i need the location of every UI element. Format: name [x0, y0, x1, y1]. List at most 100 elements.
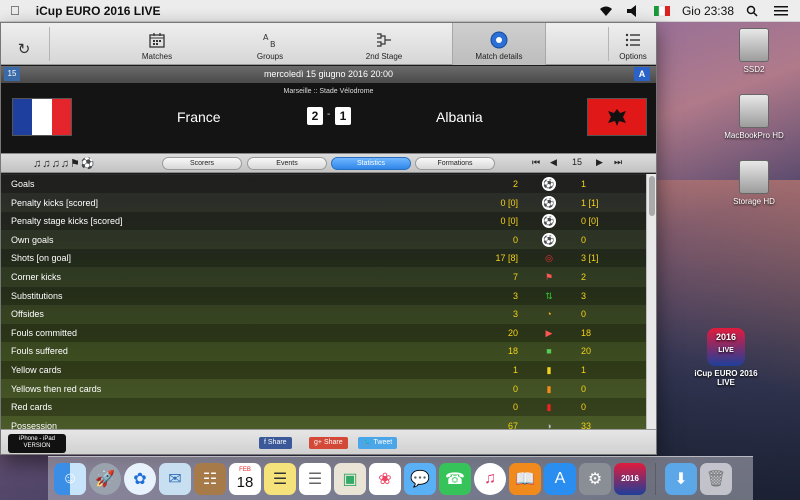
- group-badge[interactable]: A: [634, 67, 650, 81]
- bracket-icon: [375, 31, 393, 49]
- tab-match-details[interactable]: Match details: [452, 23, 546, 65]
- desktop-icon-ssd2[interactable]: SSD2: [714, 28, 794, 74]
- icup-app-icon[interactable]: 2016: [614, 462, 646, 495]
- google-plus-share-button[interactable]: g+ Share: [309, 437, 348, 449]
- notification-center-icon[interactable]: [774, 5, 790, 17]
- statistics-table: Goals 2 ⚽ 1 Penalty kicks [scored] 0 [0] ⚽ 1 [1…: [1, 174, 646, 429]
- stat-row: Yellows then red cards 0 ▮ 0: [1, 380, 646, 398]
- tweet-button[interactable]: 🐦 Tweet: [358, 437, 398, 449]
- stat-home-value: 0: [512, 383, 518, 394]
- stat-home-value: 7: [512, 272, 518, 282]
- tab-formations[interactable]: Formations: [415, 157, 495, 170]
- event-filter-icons[interactable]: ♫♫♫♫⚑⚽: [33, 157, 96, 170]
- app-window: ↻ Matches AB Groups 2nd Stage Match deta: [0, 22, 657, 455]
- away-team-name: Albania: [436, 109, 483, 125]
- menu-bar:  iCup EURO 2016 LIVE Gio 23:38: [0, 0, 800, 22]
- stat-label: Substitutions: [11, 290, 63, 301]
- desktop-icon-macbookpro-hd[interactable]: MacBookPro HD: [714, 94, 794, 140]
- stat-row: Yellow cards 1 ▮ 1: [1, 361, 646, 379]
- photos-icon[interactable]: ❀: [369, 462, 401, 495]
- menu-clock[interactable]: Gio 23:38: [682, 4, 734, 18]
- svg-text:B: B: [270, 40, 276, 48]
- bottom-bar: iPhone - iPad VERSION f Share g+ Share 🐦…: [1, 429, 656, 454]
- penalty-stage-icon: ⚽: [542, 214, 556, 229]
- stat-home-value: 1: [512, 365, 518, 375]
- next-page-icon[interactable]: ▶: [596, 157, 603, 168]
- spotlight-icon[interactable]: [746, 5, 762, 17]
- stat-away-value: 0: [581, 309, 587, 320]
- stat-home-value: 0: [512, 234, 518, 245]
- launchpad-icon[interactable]: 🚀: [89, 462, 121, 495]
- date-bar: 15 mercoledì 15 giugno 2016 20:00 A: [1, 66, 656, 83]
- stat-row: Penalty kicks [scored] 0 [0] ⚽ 1 [1]: [1, 194, 646, 212]
- tab-events[interactable]: Events: [247, 157, 327, 170]
- stat-away-value: 1: [581, 179, 587, 189]
- facetime-icon[interactable]: ☎: [439, 462, 471, 495]
- stat-away-value: 0: [581, 383, 587, 394]
- contacts-icon[interactable]: ☷: [194, 462, 226, 495]
- toolbar-separator: [608, 27, 609, 61]
- last-page-icon[interactable]: ⏭: [614, 157, 622, 168]
- stat-row: Shots [on goal] 17 [8] ◎ 3 [1]: [1, 249, 646, 268]
- app-menu-name[interactable]: iCup EURO 2016 LIVE: [36, 4, 161, 18]
- stat-label: Goals: [11, 179, 35, 189]
- stat-away-value: 1: [581, 365, 587, 375]
- home-score: 2: [307, 107, 323, 125]
- scrollbar-thumb[interactable]: [649, 176, 655, 216]
- desktop-icon-storage-hd[interactable]: Storage HD: [714, 160, 794, 206]
- stat-home-value: 20: [507, 327, 518, 338]
- finder-icon[interactable]: ☺: [54, 462, 86, 495]
- stat-away-value: 0: [581, 234, 587, 245]
- apple-icon[interactable]: : [10, 3, 20, 18]
- tab-scorers[interactable]: Scorers: [162, 157, 242, 170]
- music-icon[interactable]: ♫: [474, 462, 506, 495]
- stat-away-value: 20: [581, 346, 592, 357]
- downloads-icon[interactable]: ⬇: [665, 462, 697, 495]
- hard-drive-icon: [739, 28, 769, 62]
- tab-groups[interactable]: AB Groups: [230, 23, 310, 65]
- books-icon[interactable]: 📖: [509, 462, 541, 495]
- stat-label: Penalty stage kicks [scored]: [11, 216, 123, 227]
- stat-label: Shots [on goal]: [11, 253, 72, 264]
- audio-icon[interactable]: [626, 4, 642, 17]
- reminders-icon[interactable]: ☰: [299, 462, 331, 495]
- stat-away-value: 1 [1]: [581, 197, 599, 208]
- tab-statistics[interactable]: Statistics: [331, 157, 411, 170]
- stats-scrollbar[interactable]: [646, 174, 656, 429]
- stat-away-value: 2: [581, 272, 587, 282]
- stat-home-value: 67: [507, 420, 518, 429]
- app-store-icon[interactable]: A: [544, 462, 576, 495]
- tab-2nd-stage[interactable]: 2nd Stage: [344, 23, 424, 65]
- offside-icon: ◔: [546, 309, 552, 320]
- keyboard-flag-icon[interactable]: [653, 5, 670, 17]
- hard-drive-icon: [739, 160, 769, 194]
- messages-icon[interactable]: 💬: [404, 462, 436, 495]
- prev-page-icon[interactable]: ◀: [550, 157, 557, 168]
- system-preferences-icon[interactable]: ⚙: [579, 462, 611, 495]
- stat-home-value: 18: [507, 346, 518, 357]
- trash-icon[interactable]: 🗑: [700, 462, 732, 495]
- own-goal-icon: ⚽: [542, 232, 556, 247]
- mail-icon[interactable]: ✉: [159, 462, 191, 495]
- stat-label: Yellow cards: [11, 365, 62, 375]
- desktop-icon-icup-app[interactable]: 2016 LIVE iCup EURO 2016 LIVE: [686, 328, 766, 387]
- iphone-ipad-version-badge[interactable]: iPhone - iPad VERSION: [8, 434, 66, 453]
- foul-suffered-icon: ■: [546, 346, 552, 357]
- facebook-share-button[interactable]: f Share: [259, 437, 292, 449]
- first-page-icon[interactable]: ⏮: [532, 157, 540, 168]
- dock-separator: [655, 462, 656, 495]
- wifi-icon[interactable]: [598, 5, 614, 17]
- tab-matches[interactable]: Matches: [117, 23, 197, 65]
- tab-options[interactable]: Options: [615, 23, 651, 65]
- ball-icon: ⚽: [542, 177, 556, 191]
- safari-icon[interactable]: ✿: [124, 462, 156, 495]
- notes-icon[interactable]: ☰: [264, 462, 296, 495]
- calendar-icon[interactable]: FEB 18: [229, 462, 261, 495]
- refresh-button[interactable]: ↻: [9, 23, 39, 65]
- svg-text:A: A: [263, 33, 269, 42]
- toolbar-separator: [49, 27, 50, 61]
- preview-icon[interactable]: ▣: [334, 462, 366, 495]
- yellow-card-icon: ▮: [546, 365, 552, 375]
- penalty-ball-icon: ⚽: [542, 195, 556, 210]
- stat-row: Fouls suffered 18 ■ 20: [1, 342, 646, 360]
